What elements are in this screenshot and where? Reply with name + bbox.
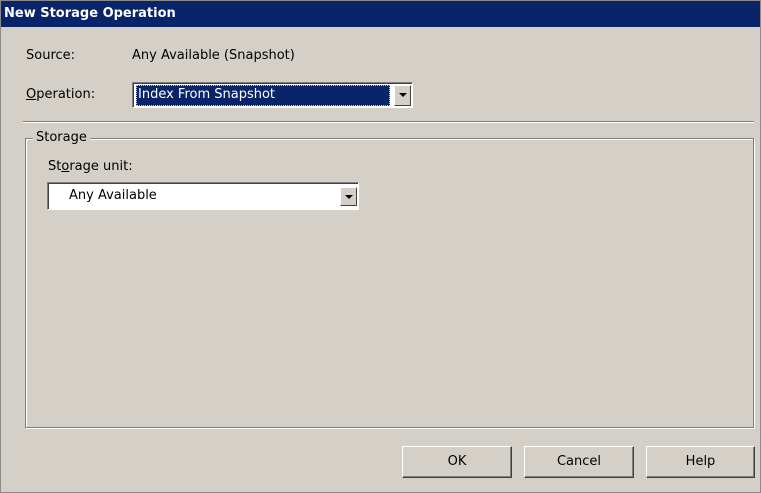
new-storage-operation-dialog: New Storage Operation Source: Any Availa… (0, 0, 761, 493)
operation-label-rest: peration: (36, 87, 96, 102)
operation-selected-value: Index From Snapshot (136, 85, 390, 106)
dialog-title: New Storage Operation (1, 1, 760, 27)
separator (23, 121, 754, 123)
storage-unit-selected-value: Any Available (69, 188, 157, 203)
storage-group-title: Storage (33, 130, 90, 146)
operation-label: Operation: (26, 87, 95, 102)
ok-button[interactable]: OK (402, 446, 512, 478)
storage-unit-label: Storage unit: (48, 159, 133, 174)
source-label: Source: (26, 48, 76, 63)
source-value: Any Available (Snapshot) (132, 48, 295, 63)
operation-label-accel: O (26, 87, 37, 102)
operation-dropdown-arrow-icon[interactable] (394, 85, 411, 106)
cancel-button[interactable]: Cancel (524, 446, 634, 478)
operation-dropdown[interactable]: Index From Snapshot (132, 82, 413, 108)
storage-unit-dropdown[interactable]: Any Available (47, 182, 359, 210)
storage-unit-dropdown-arrow-icon[interactable] (340, 187, 357, 206)
help-button[interactable]: Help (646, 446, 755, 478)
